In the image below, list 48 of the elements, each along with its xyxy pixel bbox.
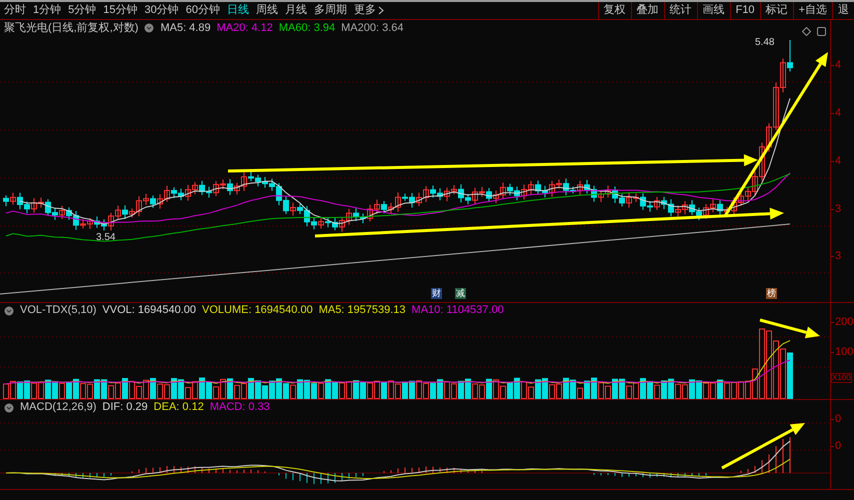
toolbar-button[interactable]: 复权 [598, 2, 631, 19]
event-marker: 减 [455, 288, 466, 299]
event-marker: 榜 [766, 288, 777, 299]
price-label: 3.54 [96, 233, 116, 243]
toolbar-button[interactable]: F10 [730, 2, 760, 19]
indicator-title: MACD(12,26,9) [20, 400, 96, 416]
axis-label: 0 [835, 414, 842, 425]
toolbar-button[interactable]: 退 [832, 2, 854, 19]
axis-label: 4 [835, 156, 842, 167]
indicator-value: MA60: 3.94 [278, 20, 336, 36]
indicator-value: VVOL: 1694540.00 [102, 303, 196, 318]
axis-label: 4 [835, 60, 842, 71]
axis-label: 3 [835, 204, 842, 215]
indicator-value: MA20: 4.12 [216, 20, 273, 36]
indicator-value: MA10: 1104537.00 [412, 303, 504, 318]
axis-label: 4 [835, 108, 842, 119]
toolbar-button[interactable]: 标记 [760, 2, 793, 19]
period-tab[interactable]: 5分钟 [68, 5, 96, 16]
axis-label: 3 [835, 251, 842, 262]
event-marker: 财 [431, 288, 442, 299]
toolbar-button[interactable]: 画线 [696, 2, 730, 19]
period-tab[interactable]: 月线 [285, 5, 307, 16]
period-tab[interactable]: 15分钟 [103, 5, 138, 16]
indicator-value: MACD: 0.33 [210, 400, 270, 416]
indicator-value: MA5: 1957539.13 [318, 303, 406, 318]
period-tab[interactable]: 60分钟 [186, 5, 220, 16]
period-tab[interactable]: 30分钟 [144, 5, 179, 16]
price-label: 5.48 [755, 38, 774, 48]
more-button[interactable]: 更多 [354, 5, 384, 16]
period-tab[interactable]: 日线 [227, 5, 249, 16]
indicator-value: MA5: 4.89 [160, 20, 211, 36]
toolbar-button[interactable]: 叠加 [630, 2, 664, 19]
axis-label: 0 [835, 441, 842, 452]
unit-label: X100 [831, 373, 852, 383]
indicator-value: MA200: 3.64 [341, 20, 404, 36]
toolbar-button[interactable]: 统计 [664, 2, 697, 19]
indicator-value: DIF: 0.29 [102, 400, 148, 416]
axis-label: 200 [835, 317, 854, 328]
period-tab[interactable]: 多周期 [314, 5, 347, 16]
period-tab[interactable]: 1分钟 [33, 5, 62, 16]
indicator-title: 聚飞光电(日线,前复权,对数) [4, 20, 138, 36]
period-tab[interactable]: 周线 [256, 5, 278, 16]
period-tab[interactable]: 分时 [4, 5, 26, 16]
toolbar-button[interactable]: +自选 [792, 2, 832, 19]
indicator-title: VOL-TDX(5,10) [20, 303, 96, 318]
indicator-value: VOLUME: 1694540.00 [202, 303, 313, 318]
indicator-value: DEA: 0.12 [154, 400, 204, 416]
axis-label: 100 [835, 347, 854, 358]
